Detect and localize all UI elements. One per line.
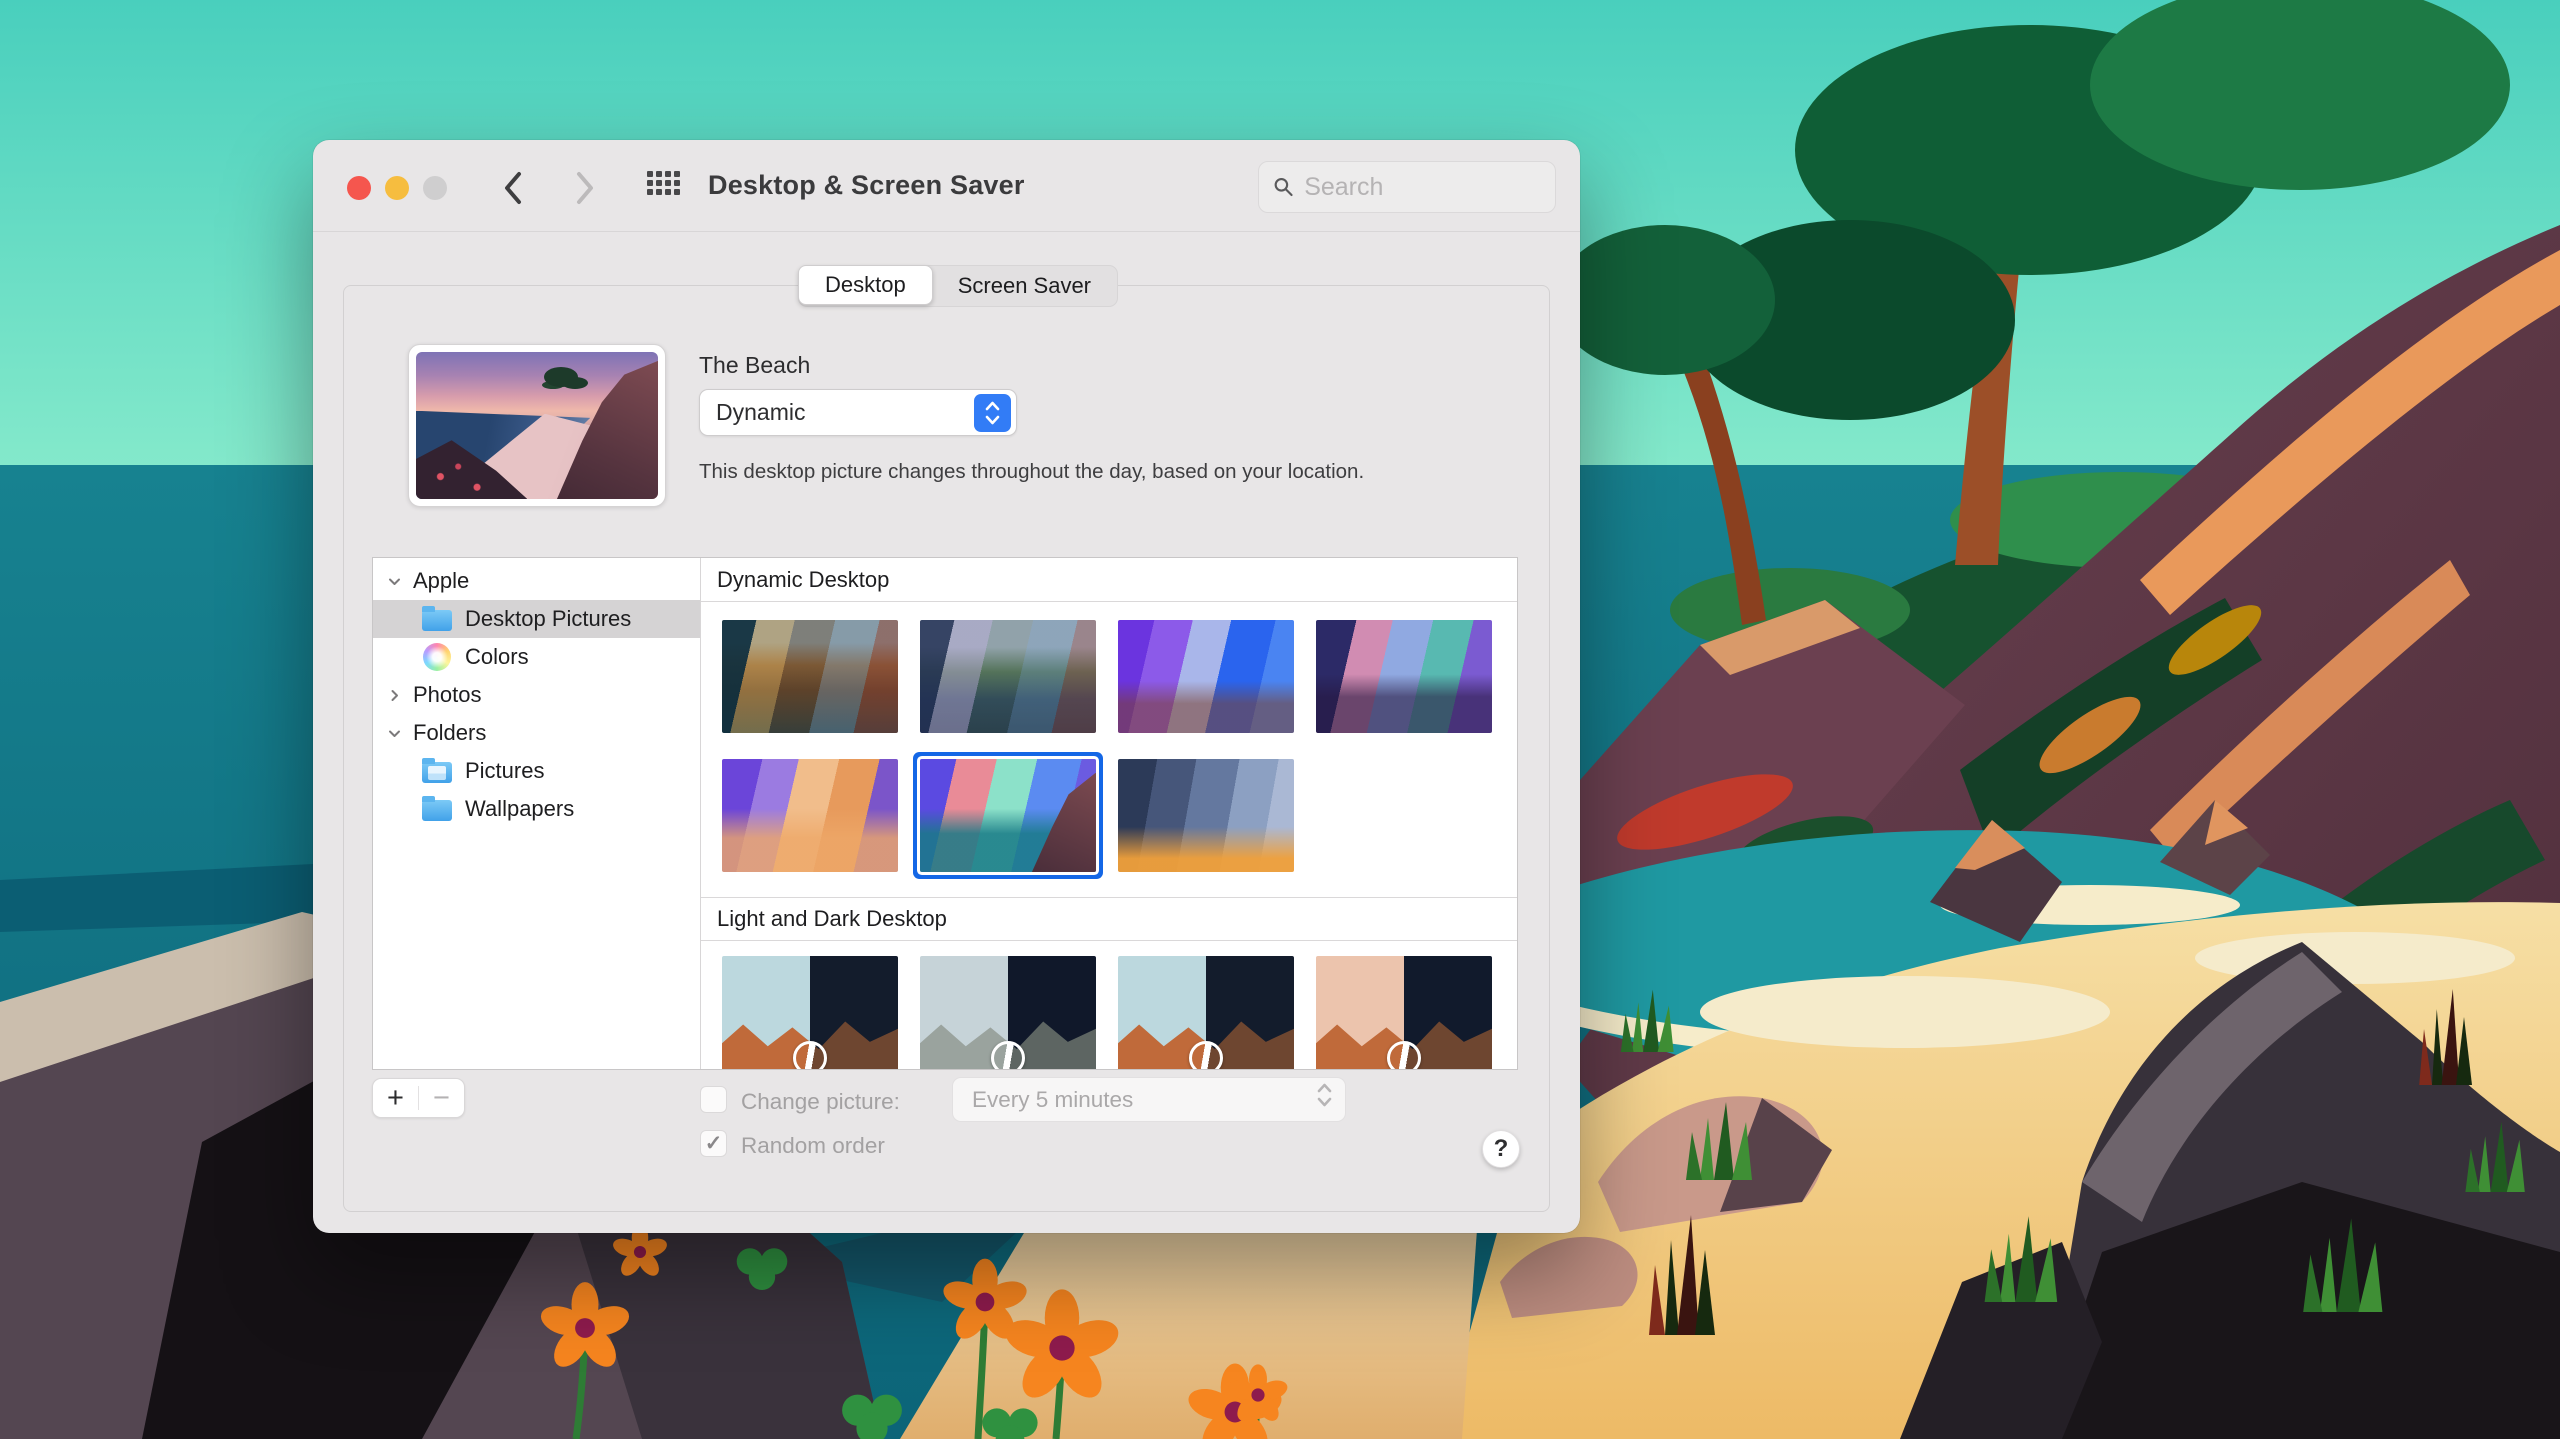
chevron-right-icon[interactable]: [385, 686, 403, 704]
current-wallpaper-preview: [408, 344, 666, 507]
dynamic-thumbnail-4[interactable]: [1316, 620, 1492, 733]
section-header-dynamic: Dynamic Desktop: [701, 558, 1517, 602]
light-dark-thumbnail-2[interactable]: [920, 956, 1096, 1069]
dropdown-stepper-disabled-icon: [1316, 1083, 1333, 1107]
section-header-light-dark: Light and Dark Desktop: [701, 897, 1517, 941]
folder-icon: [422, 610, 452, 631]
wallpaper-gallery: Dynamic Desktop Light and Dark Desktop: [701, 558, 1517, 1069]
search-input[interactable]: [1304, 173, 1541, 202]
sidebar-item-pictures[interactable]: Pictures: [373, 752, 700, 790]
dynamic-thumbnail-2[interactable]: [920, 620, 1096, 733]
desktop: Desktop & Screen Saver Desktop Screen Sa…: [0, 0, 2560, 1439]
dynamic-thumbnail-the-beach-selected[interactable]: [920, 759, 1096, 872]
source-sidebar: Apple Desktop Pictures Colors Photos: [373, 558, 701, 1069]
beach-preview-image: [416, 352, 658, 499]
source-and-gallery-box: Apple Desktop Pictures Colors Photos: [372, 557, 1518, 1070]
add-remove-control: + −: [372, 1078, 465, 1118]
mode-dropdown[interactable]: Dynamic: [699, 389, 1017, 436]
dropdown-stepper-icon: [974, 394, 1011, 432]
chevron-down-icon[interactable]: [385, 572, 403, 590]
wallpaper-description: This desktop picture changes throughout …: [699, 460, 1364, 484]
remove-folder-button[interactable]: −: [419, 1080, 464, 1116]
tab-bar: Desktop Screen Saver: [798, 265, 1118, 307]
folder-icon: [422, 800, 452, 821]
tab-desktop[interactable]: Desktop: [798, 265, 933, 305]
back-button[interactable]: [493, 168, 533, 208]
mode-dropdown-value: Dynamic: [700, 399, 805, 426]
preview-tree-shape: [544, 367, 578, 387]
sidebar-group-apple[interactable]: Apple: [373, 562, 700, 600]
sidebar-item-colors[interactable]: Colors: [373, 638, 700, 676]
light-dark-thumbnail-1[interactable]: [722, 956, 898, 1069]
light-dark-toggle-icon: [793, 1041, 827, 1069]
sidebar-label: Apple: [413, 568, 469, 594]
light-dark-toggle-icon: [1189, 1041, 1223, 1069]
light-dark-toggle-icon: [991, 1041, 1025, 1069]
add-folder-button[interactable]: +: [373, 1080, 418, 1116]
sidebar-label: Pictures: [465, 758, 544, 784]
window-title: Desktop & Screen Saver: [708, 170, 1025, 201]
show-all-grid-icon[interactable]: [647, 171, 681, 201]
change-picture-checkbox[interactable]: [700, 1086, 727, 1113]
forward-button[interactable]: [565, 168, 605, 208]
dynamic-thumbnail-7[interactable]: [1118, 759, 1294, 872]
light-dark-thumbnail-4[interactable]: [1316, 956, 1492, 1069]
sidebar-label: Wallpapers: [465, 796, 574, 822]
interval-dropdown-value: Every 5 minutes: [953, 1087, 1133, 1113]
dynamic-thumbnail-1[interactable]: [722, 620, 898, 733]
sidebar-item-wallpapers[interactable]: Wallpapers: [373, 790, 700, 828]
dynamic-thumbnail-3[interactable]: [1118, 620, 1294, 733]
change-picture-label: Change picture:: [741, 1089, 900, 1115]
pictures-folder-icon: [422, 762, 452, 783]
dynamic-thumbnail-5[interactable]: [722, 759, 898, 872]
sidebar-label: Folders: [413, 720, 486, 746]
tab-screen-saver[interactable]: Screen Saver: [932, 266, 1117, 306]
color-wheel-icon: [423, 643, 451, 671]
sidebar-label: Photos: [413, 682, 482, 708]
sidebar-item-desktop-pictures[interactable]: Desktop Pictures: [373, 600, 700, 638]
light-dark-toggle-icon: [1387, 1041, 1421, 1069]
random-order-checkbox[interactable]: [700, 1130, 727, 1157]
chevron-right-icon: [574, 171, 596, 205]
sidebar-label: Colors: [465, 644, 529, 670]
search-icon: [1273, 175, 1294, 199]
random-order-label: Random order: [741, 1133, 885, 1159]
zoom-button[interactable]: [423, 176, 447, 200]
sidebar-label: Desktop Pictures: [465, 606, 631, 632]
interval-dropdown[interactable]: Every 5 minutes: [952, 1077, 1346, 1122]
help-button[interactable]: ?: [1482, 1130, 1520, 1168]
titlebar: Desktop & Screen Saver: [313, 140, 1580, 232]
settings-window: Desktop & Screen Saver Desktop Screen Sa…: [313, 140, 1580, 1233]
light-dark-thumbnail-3[interactable]: [1118, 956, 1294, 1069]
minimize-button[interactable]: [385, 176, 409, 200]
chevron-left-icon: [502, 171, 524, 205]
chevron-down-icon[interactable]: [385, 724, 403, 742]
search-field[interactable]: [1258, 161, 1556, 213]
sidebar-group-photos[interactable]: Photos: [373, 676, 700, 714]
close-button[interactable]: [347, 176, 371, 200]
wallpaper-name: The Beach: [699, 352, 810, 379]
sidebar-group-folders[interactable]: Folders: [373, 714, 700, 752]
